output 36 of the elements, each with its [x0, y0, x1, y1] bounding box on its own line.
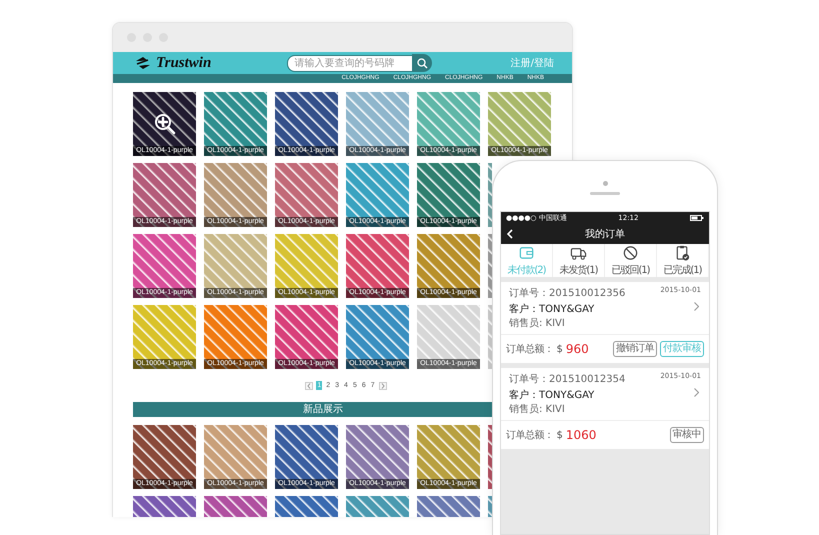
customer-name: 客户：TONY&GAY: [509, 302, 594, 316]
battery-icon: [690, 215, 704, 221]
screen-title: 我的订单: [585, 228, 625, 241]
back-icon[interactable]: [507, 229, 513, 239]
zoom-in-icon[interactable]: [154, 113, 176, 135]
chevron-right-icon[interactable]: [694, 388, 699, 397]
blocked-icon: [621, 244, 640, 261]
search-button[interactable]: [412, 54, 432, 72]
order-number: 订单号：201510012354: [509, 372, 626, 386]
logo-icon: [135, 56, 151, 70]
fabric-photo-placeholder[interactable]: [488, 425, 492, 489]
customer-name: 客户：TONY&GAY: [509, 388, 594, 402]
wallet-icon: [517, 244, 536, 261]
order-number: 订单号：201510012356: [509, 286, 626, 300]
seller-name: 销售员: KIVI: [509, 403, 565, 416]
order-amount: 960: [566, 342, 589, 356]
next-page-button[interactable]: [378, 382, 387, 390]
order-action-button[interactable]: 审核中: [670, 427, 704, 443]
search-field[interactable]: 请输入要查询的号码牌: [287, 54, 412, 72]
speaker-icon: [590, 192, 620, 195]
order-amount: 1060: [566, 428, 596, 442]
site-logo[interactable]: Trustwin: [156, 54, 212, 72]
currency-sign: $: [556, 430, 563, 440]
previous-page-button[interactable]: [305, 382, 314, 390]
order-total-label: 订单总额：: [506, 428, 554, 442]
order-total-label: 订单总额：: [506, 342, 554, 356]
fabric-photo-placeholder[interactable]: [488, 163, 492, 227]
search-icon: [416, 58, 428, 68]
seller-name: 销售员: KIVI: [509, 317, 565, 330]
currency-sign: $: [556, 344, 563, 354]
fabric-photo-placeholder[interactable]: [488, 234, 492, 298]
order-action-button[interactable]: 撤销订单: [613, 341, 657, 357]
chevron-icon: [380, 382, 385, 388]
chevron-icon: [307, 382, 312, 388]
camera-icon: [602, 181, 608, 186]
chevron-right-icon[interactable]: [694, 302, 699, 311]
